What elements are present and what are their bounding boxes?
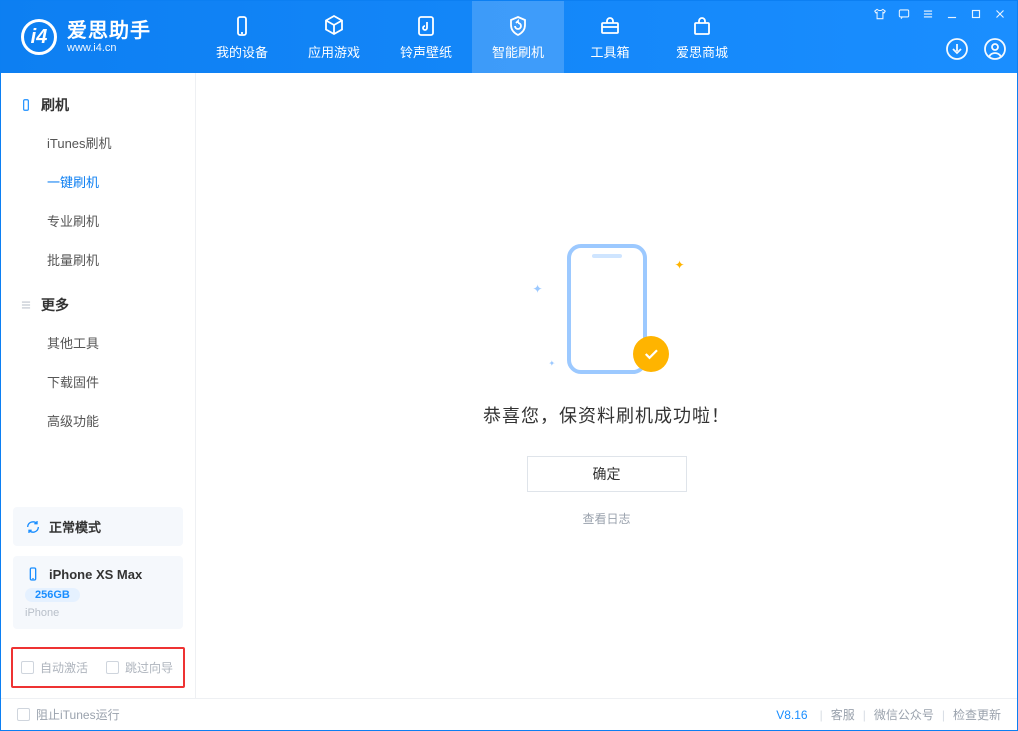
success-illustration: ✦ ✦ ✦	[527, 244, 687, 374]
toolbox-icon	[598, 14, 622, 38]
storage-badge: 256GB	[25, 588, 80, 602]
device-icon	[230, 14, 254, 38]
close-icon[interactable]	[993, 7, 1007, 21]
checkbox-block-itunes[interactable]: 阻止iTunes运行	[17, 706, 120, 723]
checkbox-skip-guide[interactable]: 跳过向导	[106, 659, 173, 676]
top-nav: 我的设备 应用游戏 铃声壁纸 智能刷机 工具箱 爱思商城	[196, 1, 748, 73]
checkbox-icon	[106, 661, 119, 674]
phone-small-icon	[19, 98, 33, 112]
shield-refresh-icon	[506, 14, 530, 38]
options-highlight: 自动激活 跳过向导	[11, 647, 185, 688]
app-window: i4 爱思助手 www.i4.cn 我的设备 应用游戏 铃声壁纸 智能刷机	[0, 0, 1018, 731]
sidebar-group-title: 更多	[41, 295, 69, 315]
sidebar-item-advanced[interactable]: 高级功能	[1, 401, 195, 440]
user-controls	[945, 37, 1007, 61]
wechat-link[interactable]: 微信公众号	[874, 706, 934, 723]
app-url: www.i4.cn	[67, 42, 151, 54]
success-message: 恭喜您，保资料刷机成功啦！	[483, 402, 730, 428]
device-card[interactable]: iPhone XS Max 256GB iPhone	[13, 556, 183, 629]
sidebar: 刷机 iTunes刷机 一键刷机 专业刷机 批量刷机 更多 其	[1, 73, 196, 698]
nav-ringtone-wallpaper[interactable]: 铃声壁纸	[380, 1, 472, 73]
music-file-icon	[414, 14, 438, 38]
body: 刷机 iTunes刷机 一键刷机 专业刷机 批量刷机 更多 其	[1, 73, 1017, 698]
window-controls	[873, 7, 1007, 21]
sidebar-item-batch-flash[interactable]: 批量刷机	[1, 240, 195, 279]
menu-icon[interactable]	[921, 7, 935, 21]
version-label: V8.16	[776, 708, 807, 722]
device-type: iPhone	[25, 607, 171, 619]
nav-app-games[interactable]: 应用游戏	[288, 1, 380, 73]
app-title: 爱思助手	[67, 20, 151, 42]
nav-smart-flash[interactable]: 智能刷机	[472, 1, 564, 73]
minimize-icon[interactable]	[945, 7, 959, 21]
device-cards: 正常模式 iPhone XS Max 256GB iPhone	[1, 497, 195, 639]
checkbox-icon	[17, 708, 30, 721]
device-name: iPhone XS Max	[49, 567, 142, 582]
sidebar-group-more: 更多 其他工具 下载固件 高级功能	[1, 287, 195, 440]
logo-area: i4 爱思助手 www.i4.cn	[1, 1, 196, 73]
sidebar-group-title: 刷机	[41, 95, 69, 115]
support-link[interactable]: 客服	[831, 706, 855, 723]
checkbox-auto-activate[interactable]: 自动激活	[21, 659, 88, 676]
check-update-link[interactable]: 检查更新	[953, 706, 1001, 723]
title-right	[873, 1, 1017, 73]
checkbox-icon	[21, 661, 34, 674]
nav-store[interactable]: 爱思商城	[656, 1, 748, 73]
sidebar-group-flash: 刷机 iTunes刷机 一键刷机 专业刷机 批量刷机	[1, 87, 195, 279]
cube-icon	[322, 14, 346, 38]
sidebar-item-itunes-flash[interactable]: iTunes刷机	[1, 123, 195, 162]
logo-icon: i4	[21, 19, 57, 55]
checkmark-badge	[633, 336, 669, 372]
feedback-icon[interactable]	[897, 7, 911, 21]
view-log-link[interactable]: 查看日志	[582, 510, 630, 527]
list-icon	[19, 298, 33, 312]
statusbar: 阻止iTunes运行 V8.16 | 客服 | 微信公众号 | 检查更新	[1, 698, 1017, 730]
sidebar-item-pro-flash[interactable]: 专业刷机	[1, 201, 195, 240]
sparkle-icon: ✦	[674, 258, 684, 272]
check-icon	[642, 345, 660, 363]
store-icon	[690, 14, 714, 38]
maximize-icon[interactable]	[969, 7, 983, 21]
main-content: ✦ ✦ ✦ 恭喜您，保资料刷机成功啦！ 确定 查看日志	[196, 73, 1017, 698]
nav-toolbox[interactable]: 工具箱	[564, 1, 656, 73]
phone-outline-icon	[25, 566, 41, 582]
mode-label: 正常模式	[49, 517, 101, 536]
tshirt-icon[interactable]	[873, 7, 887, 21]
titlebar: i4 爱思助手 www.i4.cn 我的设备 应用游戏 铃声壁纸 智能刷机	[1, 1, 1017, 73]
sidebar-item-download-firmware[interactable]: 下载固件	[1, 362, 195, 401]
user-icon[interactable]	[983, 37, 1007, 61]
sparkle-icon: ✦	[533, 282, 543, 296]
ok-button[interactable]: 确定	[527, 456, 687, 492]
download-icon[interactable]	[945, 37, 969, 61]
sidebar-item-oneclick-flash[interactable]: 一键刷机	[1, 162, 195, 201]
sparkle-icon: ✦	[549, 359, 556, 368]
sidebar-item-other-tools[interactable]: 其他工具	[1, 323, 195, 362]
mode-card[interactable]: 正常模式	[13, 507, 183, 546]
sync-icon	[25, 519, 41, 535]
nav-my-device[interactable]: 我的设备	[196, 1, 288, 73]
